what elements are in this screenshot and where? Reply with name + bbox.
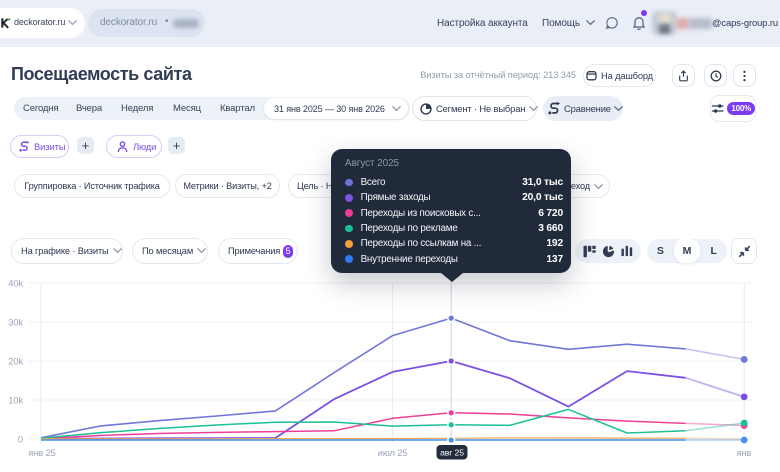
svg-text:10k: 10k [8,396,23,406]
svg-text:янв: янв [737,448,752,458]
svg-text:авг 25: авг 25 [440,448,464,458]
svg-text:40k: 40k [8,279,23,289]
svg-text:20k: 20k [8,357,23,367]
svg-text:0: 0 [18,435,23,445]
svg-text:янв 25: янв 25 [28,448,55,458]
svg-text:июл 25: июл 25 [378,448,408,458]
svg-text:30k: 30k [8,318,23,328]
